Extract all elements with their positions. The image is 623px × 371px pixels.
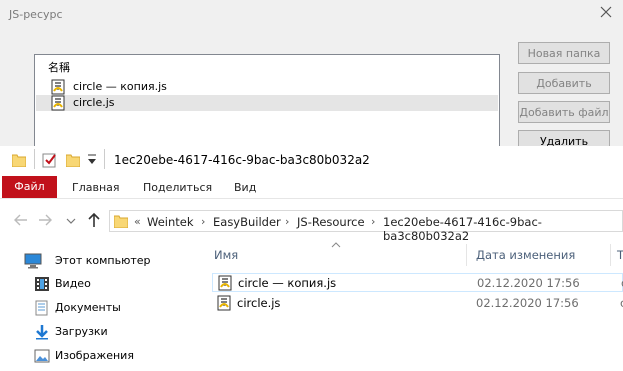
breadcrumb-separator-icon[interactable]: › [285,215,289,228]
breadcrumb-separator-icon[interactable]: › [371,215,375,228]
js-file-icon [50,95,66,114]
video-icon [34,276,50,295]
tab-share[interactable]: Поделиться [143,181,212,194]
file-name: circle.js [237,296,281,310]
breadcrumb-separator-icon[interactable]: › [201,215,205,228]
breadcrumb-overflow[interactable]: « [134,215,141,228]
close-icon[interactable] [598,4,614,20]
js-resource-dialog: JS-ресурс 名稱 circle — копия.js circle.js… [0,0,623,152]
back-arrow-icon[interactable] [14,213,28,230]
js-file-icon [217,275,233,294]
breadcrumb-js-resource[interactable]: JS-Resource [297,215,365,229]
list-header-name: 名稱 [48,61,70,74]
file-name: circle — копия.js [238,276,337,290]
add-folder-button[interactable]: Добавить папку [518,72,610,112]
folder-icon [113,214,129,231]
explorer-window: 1ec20ebe-4617-416c-9bac-ba3c80b032a2 Фай… [0,146,623,371]
window-title: 1ec20ebe-4617-416c-9bac-ba3c80b032a2 [114,153,370,167]
pictures-icon [34,348,50,367]
recent-locations-chevron-icon[interactable] [66,215,76,228]
table-row[interactable]: circle — копия.js 02.12.2020 17:56 с [212,273,623,292]
address-bar[interactable]: « Weintek › EasyBuilder › JS-Resource › … [109,210,623,243]
column-header-type[interactable]: Т [617,248,623,262]
nav-item-label: Загрузки [55,325,108,338]
list-item-label: circle.js [73,96,115,109]
file-date: 02.12.2020 17:56 [477,276,580,290]
file-date: 02.12.2020 17:56 [476,296,579,310]
nav-item-label: Этот компьютер [55,254,151,267]
new-folder-icon[interactable] [65,153,81,170]
breadcrumb-easybuilder[interactable]: EasyBuilder [213,215,281,229]
breadcrumb-current-folder[interactable]: 1ec20ebe-4617-416c-9bac-ba3c80b032a2 [383,215,622,243]
js-file-icon [216,295,232,314]
documents-icon [34,300,50,319]
new-folder-button[interactable]: Новая папка [518,42,610,64]
properties-icon[interactable] [42,152,58,171]
ribbon: Файл Главная Поделиться Вид [0,176,623,199]
separator [104,149,105,169]
title-bar: 1ec20ebe-4617-416c-9bac-ba3c80b032a2 [0,146,623,174]
column-header-name[interactable]: Имя [214,248,238,262]
nav-item-label: Документы [55,301,121,314]
column-divider[interactable] [466,244,467,266]
separator [34,149,35,169]
navigation-bar: « Weintek › EasyBuilder › JS-Resource › … [0,206,623,243]
tab-file[interactable]: Файл [2,176,57,198]
tab-view[interactable]: Вид [234,181,256,194]
column-header-date[interactable]: Дата изменения [476,248,575,262]
forward-arrow-icon[interactable] [38,213,52,230]
sort-ascending-icon [331,238,341,251]
nav-item-label: Изображения [55,349,134,362]
computer-icon [24,253,42,272]
up-arrow-icon[interactable] [87,212,101,231]
list-item-label: circle — копия.js [73,80,167,93]
nav-item-label: Видео [55,277,91,290]
breadcrumb-weintek[interactable]: Weintek [147,215,194,229]
list-item[interactable]: circle.js [36,95,498,111]
column-divider[interactable] [610,244,611,266]
file-list: 名稱 circle — копия.js circle.js [34,54,500,151]
customize-toolbar-icon[interactable] [87,154,97,169]
table-row[interactable]: circle.js 02.12.2020 17:56 с [212,294,623,313]
downloads-icon [34,324,50,343]
list-item[interactable]: circle — копия.js [36,79,498,95]
tab-home[interactable]: Главная [72,181,120,194]
add-file-button[interactable]: Добавить файл [518,101,610,123]
dialog-title: JS-ресурс [9,8,63,21]
folder-icon [11,153,27,170]
